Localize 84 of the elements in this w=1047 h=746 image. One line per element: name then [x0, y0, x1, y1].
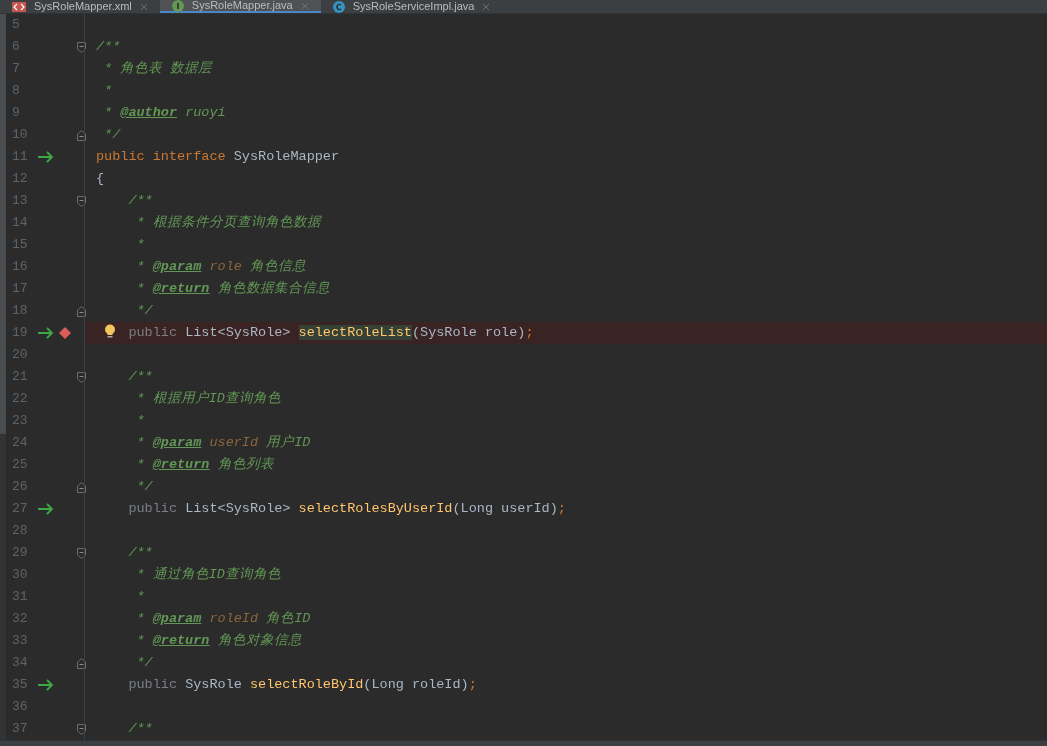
line-number: 8: [11, 82, 21, 101]
fold-marker-icon[interactable]: [77, 129, 86, 141]
code-line: /**: [127, 720, 153, 738]
line-number: 11: [11, 148, 29, 167]
line-number: 18: [11, 302, 29, 321]
line-number: 29: [11, 544, 29, 563]
close-icon[interactable]: [482, 2, 491, 11]
line-number: 28: [11, 522, 29, 541]
code-line: */: [135, 478, 153, 496]
code-line: * 根据用户ID查询角色: [135, 389, 281, 408]
arrow-icon[interactable]: [36, 327, 54, 339]
line-number: 33: [11, 632, 29, 651]
code-line: public interface SysRoleMapper: [96, 148, 340, 166]
fold-marker-icon[interactable]: [77, 371, 86, 383]
code-line: * @param userId 用户ID: [135, 433, 311, 452]
line-number: 27: [11, 500, 29, 519]
line-number: 24: [11, 434, 29, 453]
fold-marker-icon[interactable]: [77, 305, 86, 317]
line-number: 12: [11, 170, 29, 189]
editor-tab[interactable]: SysRoleMapper.xml: [0, 0, 160, 13]
line-number: 30: [11, 566, 29, 585]
code-line: * @return 角色对象信息: [135, 632, 302, 650]
code-line: */: [135, 654, 153, 672]
editor-tab[interactable]: SysRoleServiceImpl.java: [320, 0, 503, 13]
line-number: 31: [11, 588, 29, 607]
code-line: /**: [127, 368, 153, 386]
line-number: 37: [11, 720, 29, 739]
code-line: */: [103, 126, 121, 144]
fold-marker-icon[interactable]: [77, 723, 86, 735]
fold-marker-icon[interactable]: [77, 195, 86, 207]
code-line: * 角色表 数据层: [103, 60, 213, 78]
arrow-icon[interactable]: [36, 679, 54, 691]
line-number: 34: [11, 654, 29, 673]
code-line: * 通过角色ID查询角色: [135, 566, 281, 584]
code-line: {: [96, 170, 105, 188]
fold-marker-icon[interactable]: [77, 481, 86, 493]
editor-tab[interactable]: SysRoleMapper.java: [159, 0, 321, 13]
fold-marker-icon[interactable]: [77, 547, 86, 559]
code-line: /**: [96, 38, 121, 56]
code-line: public List<SysRole> selectRolesByUserId(Long userId);: [127, 500, 566, 518]
code-line: *: [135, 412, 145, 430]
line-number: 7: [11, 60, 21, 79]
fold-marker-icon[interactable]: [77, 657, 86, 669]
line-number: 10: [11, 126, 29, 145]
arrow-icon[interactable]: [36, 503, 54, 515]
line-number: 9: [11, 104, 21, 123]
line-number: 17: [11, 280, 29, 299]
line-number: 32: [11, 610, 29, 629]
code-line: *: [103, 82, 113, 100]
line-number: 15: [11, 236, 29, 255]
line-number: 6: [11, 38, 21, 57]
code-line: * 根据条件分页查询角色数据: [135, 214, 321, 232]
line-number: 14: [11, 214, 29, 233]
arrow-icon[interactable]: [36, 151, 54, 163]
code-line: public List<SysRole> selectRoleList(SysRole role);: [127, 324, 534, 342]
line-number: 20: [11, 346, 29, 365]
code-line: * @param roleId 角色ID: [135, 610, 311, 628]
xml-file-icon: [12, 1, 26, 12]
code-line: public SysRole selectRoleById(Long roleId);: [127, 676, 477, 694]
line-number: 26: [11, 478, 29, 497]
code-line: * @author ruoyi: [103, 104, 226, 122]
line-number: 21: [11, 368, 29, 387]
code-line: /**: [127, 544, 153, 562]
code-line: *: [135, 588, 145, 606]
close-icon[interactable]: [139, 2, 148, 11]
fold-marker-icon[interactable]: [77, 41, 86, 53]
line-number: 22: [11, 390, 29, 409]
line-number: 36: [11, 698, 29, 717]
breakpoint-icon[interactable]: [59, 327, 71, 339]
code-line: * @return 角色列表: [135, 456, 274, 474]
line-number: 5: [11, 16, 21, 35]
line-number: 23: [11, 412, 29, 431]
code-line: * @param role 角色信息: [135, 258, 306, 276]
scrollbar[interactable]: [0, 14, 6, 740]
code-line: */: [135, 302, 153, 320]
line-number: 25: [11, 456, 29, 475]
line-number: 13: [11, 192, 29, 211]
lightbulb-icon[interactable]: [104, 324, 116, 339]
code-line: * @return 角色数据集合信息: [135, 280, 330, 298]
line-number: 16: [11, 258, 29, 277]
line-number: 35: [11, 676, 29, 695]
line-number: 19: [11, 324, 29, 343]
code-line: *: [135, 236, 145, 254]
code-line: /**: [127, 192, 153, 210]
